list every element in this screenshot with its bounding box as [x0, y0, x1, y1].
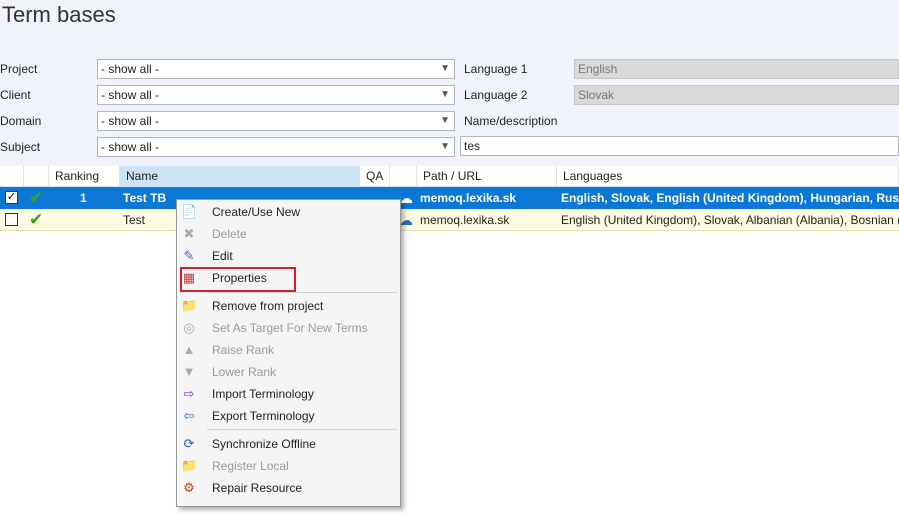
context-menu: 📄 Create/Use New ✖ Delete ✎ Edit ▦ Prope…	[176, 199, 401, 507]
header-icon	[390, 166, 417, 187]
client-label: Client	[0, 88, 31, 102]
delete-icon: ✖	[183, 226, 195, 241]
table-header: Ranking Name QA Path / URL Languages	[0, 166, 899, 187]
chevron-down-icon: ▼	[440, 63, 450, 74]
table-row[interactable]: ✔ Test ☁ memoq.lexika.sk English (United…	[0, 209, 899, 231]
header-languages[interactable]: Languages	[557, 166, 899, 187]
repair-icon: ⚙	[183, 480, 195, 495]
new-document-icon: 📄	[181, 204, 198, 219]
name-cell: Test TB	[123, 191, 167, 205]
subject-label: Subject	[0, 140, 41, 154]
header-qa[interactable]: QA	[360, 166, 390, 187]
menu-separator	[207, 292, 397, 293]
chevron-down-icon: ▼	[440, 115, 450, 126]
header-check	[0, 166, 24, 187]
language2-field: Slovak	[574, 85, 899, 105]
menu-item-edit[interactable]: ✎ Edit	[177, 245, 400, 267]
properties-highlight-box	[180, 267, 296, 292]
check-mark-icon: ✔	[29, 188, 44, 207]
remove-folder-icon: 📁	[181, 298, 198, 313]
target-icon: ◎	[183, 320, 195, 335]
cloud-icon: ☁	[399, 212, 413, 228]
language1-label: Language 1	[464, 62, 528, 76]
menu-separator	[207, 429, 397, 430]
project-label: Project	[0, 62, 38, 76]
subject-select-value: - show all -	[101, 140, 160, 154]
export-icon: ⇦	[183, 408, 195, 423]
menu-item-create-use-new[interactable]: 📄 Create/Use New	[177, 201, 400, 223]
header-path[interactable]: Path / URL	[417, 166, 557, 187]
domain-select[interactable]: - show all - ▼	[97, 111, 455, 131]
menu-item-export-terminology[interactable]: ⇦ Export Terminology	[177, 405, 400, 427]
project-select[interactable]: - show all - ▼	[97, 59, 455, 79]
header-name[interactable]: Name	[120, 166, 360, 187]
language1-field: English	[574, 59, 899, 79]
check-mark-icon: ✔	[29, 210, 44, 229]
raise-rank-icon: ▲	[182, 342, 196, 357]
table-row[interactable]: ✓ ✔ 1 Test TB ☁ memoq.lexika.sk English,…	[0, 187, 899, 209]
row-checkbox[interactable]: ✓	[5, 191, 18, 204]
chevron-down-icon: ▼	[440, 141, 450, 152]
search-input[interactable]: tes	[460, 136, 899, 156]
sync-icon: ⟳	[183, 436, 195, 451]
menu-item-repair-resource[interactable]: ⚙ Repair Resource	[177, 477, 400, 499]
name-description-label: Name/description	[464, 114, 558, 128]
menu-item-delete[interactable]: ✖ Delete	[177, 223, 400, 245]
menu-item-register-local[interactable]: 📁 Register Local	[177, 455, 400, 477]
domain-select-value: - show all -	[101, 114, 160, 128]
header-status	[24, 166, 49, 187]
languages-cell: English (United Kingdom), Slovak, Albani…	[561, 213, 899, 227]
project-select-value: - show all -	[101, 62, 160, 76]
menu-item-raise-rank[interactable]: ▲ Raise Rank	[177, 339, 400, 361]
menu-item-set-as-target[interactable]: ◎ Set As Target For New Terms	[177, 317, 400, 339]
import-icon: ⇨	[183, 386, 195, 401]
term-bases-table: Ranking Name QA Path / URL Languages ✓ ✔…	[0, 166, 899, 523]
languages-cell: English, Slovak, English (United Kingdom…	[561, 191, 899, 205]
menu-item-import-terminology[interactable]: ⇨ Import Terminology	[177, 383, 400, 405]
lower-rank-icon: ▼	[182, 364, 196, 379]
page-title: Term bases	[2, 2, 116, 27]
client-select[interactable]: - show all - ▼	[97, 85, 455, 105]
menu-item-remove-from-project[interactable]: 📁 Remove from project	[177, 295, 400, 317]
row-checkbox[interactable]	[5, 213, 18, 226]
header-ranking[interactable]: Ranking	[49, 166, 120, 187]
register-local-icon: 📁	[181, 458, 198, 473]
language2-label: Language 2	[464, 88, 528, 102]
cloud-icon: ☁	[399, 190, 413, 206]
domain-label: Domain	[0, 114, 42, 128]
path-cell: memoq.lexika.sk	[420, 191, 517, 205]
menu-item-synchronize-offline[interactable]: ⟳ Synchronize Offline	[177, 433, 400, 455]
name-cell: Test	[123, 213, 146, 227]
chevron-down-icon: ▼	[440, 89, 450, 100]
client-select-value: - show all -	[101, 88, 160, 102]
ranking-cell: 1	[80, 191, 87, 205]
subject-select[interactable]: - show all - ▼	[97, 137, 455, 157]
menu-item-lower-rank[interactable]: ▼ Lower Rank	[177, 361, 400, 383]
path-cell: memoq.lexika.sk	[420, 213, 510, 227]
edit-icon: ✎	[183, 248, 195, 263]
